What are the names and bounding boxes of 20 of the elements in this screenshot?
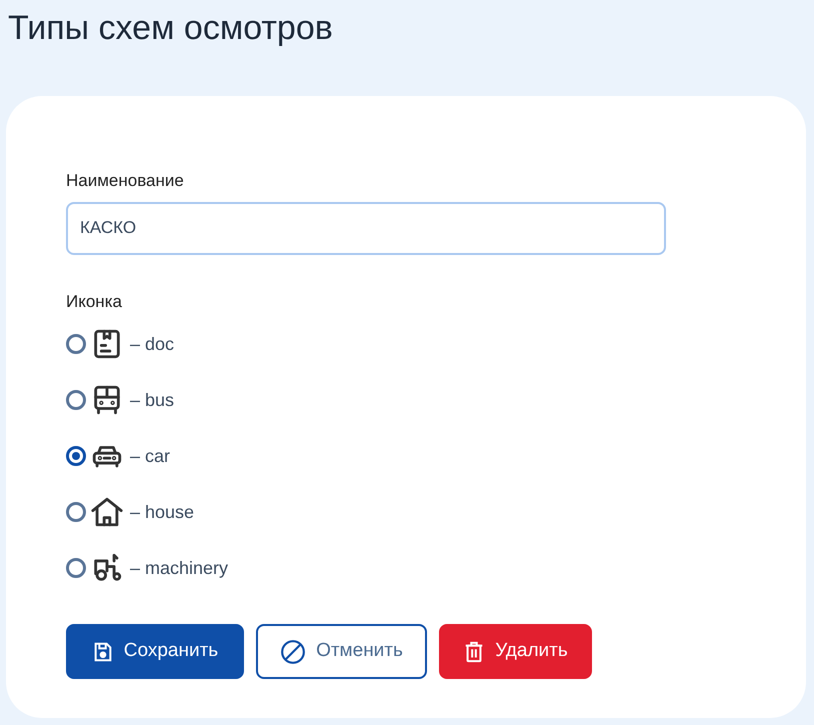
option-label: – bus (130, 388, 174, 412)
option-label: – house (130, 500, 194, 524)
radio-button[interactable] (66, 502, 86, 522)
field-label: Иконка (66, 290, 123, 312)
prohibited-icon (280, 638, 306, 664)
trash-icon (463, 640, 486, 664)
option-label: – doc (130, 332, 174, 356)
field-label: Наименование (66, 170, 185, 192)
radio-button[interactable] (66, 334, 86, 354)
option-label: – machinery (130, 556, 228, 580)
radio-button[interactable] (66, 446, 86, 466)
page-title: Типы схем осмотров (8, 8, 334, 48)
save-button[interactable]: Сохранить (66, 624, 244, 679)
name-input[interactable]: КАСКО (66, 202, 666, 254)
radio-button[interactable] (66, 558, 86, 578)
option-label: – car (130, 444, 170, 468)
house-icon (90, 495, 124, 529)
delete-button[interactable]: Удалить (439, 624, 592, 679)
cancel-button[interactable]: Отменить (256, 624, 427, 679)
radio-button[interactable] (66, 390, 86, 410)
